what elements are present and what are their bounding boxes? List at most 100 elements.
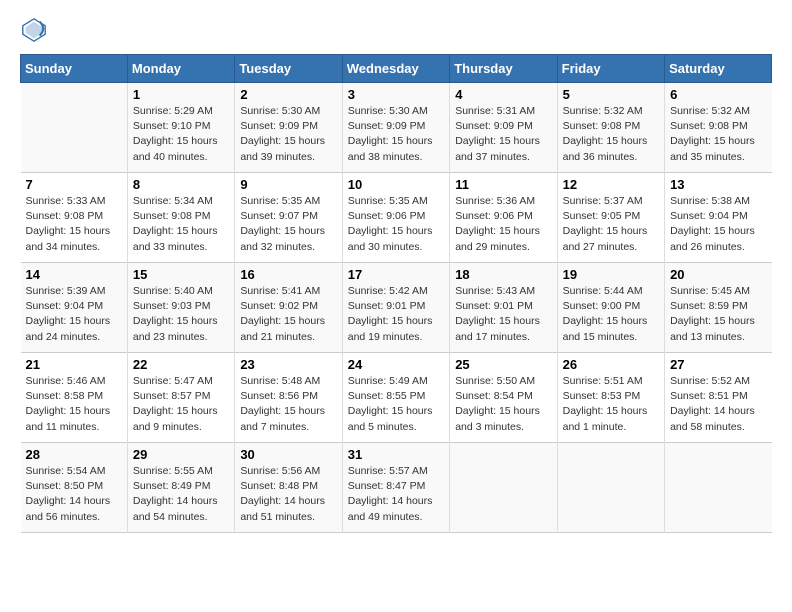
day-number: 10 <box>348 177 444 192</box>
day-number: 28 <box>26 447 122 462</box>
day-number: 2 <box>240 87 336 102</box>
day-info: Sunrise: 5:36 AMSunset: 9:06 PMDaylight:… <box>455 194 551 255</box>
day-info: Sunrise: 5:32 AMSunset: 9:08 PMDaylight:… <box>670 104 766 165</box>
weekday-header-monday: Monday <box>127 55 234 83</box>
day-info: Sunrise: 5:55 AMSunset: 8:49 PMDaylight:… <box>133 464 229 525</box>
calendar-cell: 10Sunrise: 5:35 AMSunset: 9:06 PMDayligh… <box>342 173 449 263</box>
calendar-table: SundayMondayTuesdayWednesdayThursdayFrid… <box>20 54 772 533</box>
calendar-cell: 19 Sunrise: 5:44 AMSunset: 9:00 PMDayligh… <box>557 263 664 353</box>
calendar-cell: 3 Sunrise: 5:30 AMSunset: 9:09 PMDaylight… <box>342 83 449 173</box>
calendar-cell: 8 Sunrise: 5:34 AMSunset: 9:08 PMDaylight… <box>127 173 234 263</box>
day-number: 31 <box>348 447 444 462</box>
calendar-cell: 17 Sunrise: 5:42 AMSunset: 9:01 PMDayligh… <box>342 263 449 353</box>
day-info: Sunrise: 5:40 AMSunset: 9:03 PMDaylight:… <box>133 284 229 345</box>
day-number: 21 <box>26 357 122 372</box>
calendar-cell: 27 Sunrise: 5:52 AMSunset: 8:51 PMDayligh… <box>665 353 772 443</box>
calendar-cell: 28 Sunrise: 5:54 AMSunset: 8:50 PMDayligh… <box>21 443 128 533</box>
calendar-cell: 11 Sunrise: 5:36 AMSunset: 9:06 PMDayligh… <box>450 173 557 263</box>
day-info: Sunrise: 5:44 AMSunset: 9:00 PMDaylight:… <box>563 284 659 345</box>
calendar-cell: 9 Sunrise: 5:35 AMSunset: 9:07 PMDaylight… <box>235 173 342 263</box>
day-info: Sunrise: 5:48 AMSunset: 8:56 PMDaylight:… <box>240 374 336 435</box>
calendar-cell: 21 Sunrise: 5:46 AMSunset: 8:58 PMDayligh… <box>21 353 128 443</box>
day-number: 6 <box>670 87 766 102</box>
day-number: 13 <box>670 177 766 192</box>
day-number: 17 <box>348 267 444 282</box>
day-number: 29 <box>133 447 229 462</box>
calendar-cell: 22 Sunrise: 5:47 AMSunset: 8:57 PMDayligh… <box>127 353 234 443</box>
week-row-1: 1 Sunrise: 5:29 AMSunset: 9:10 PMDaylight… <box>21 83 772 173</box>
day-number: 23 <box>240 357 336 372</box>
calendar-cell: 25Sunrise: 5:50 AMSunset: 8:54 PMDayligh… <box>450 353 557 443</box>
weekday-header-thursday: Thursday <box>450 55 557 83</box>
logo <box>20 16 52 44</box>
day-number: 22 <box>133 357 229 372</box>
calendar-cell: 6 Sunrise: 5:32 AMSunset: 9:08 PMDaylight… <box>665 83 772 173</box>
week-row-5: 28 Sunrise: 5:54 AMSunset: 8:50 PMDayligh… <box>21 443 772 533</box>
calendar-cell: 5Sunrise: 5:32 AMSunset: 9:08 PMDaylight… <box>557 83 664 173</box>
calendar-cell: 23 Sunrise: 5:48 AMSunset: 8:56 PMDayligh… <box>235 353 342 443</box>
weekday-header-sunday: Sunday <box>21 55 128 83</box>
day-info: Sunrise: 5:54 AMSunset: 8:50 PMDaylight:… <box>26 464 122 525</box>
weekday-header-tuesday: Tuesday <box>235 55 342 83</box>
calendar-cell: 13 Sunrise: 5:38 AMSunset: 9:04 PMDayligh… <box>665 173 772 263</box>
day-number: 15 <box>133 267 229 282</box>
week-row-4: 21 Sunrise: 5:46 AMSunset: 8:58 PMDayligh… <box>21 353 772 443</box>
day-number: 4 <box>455 87 551 102</box>
day-number: 1 <box>133 87 229 102</box>
calendar-cell <box>450 443 557 533</box>
day-info: Sunrise: 5:34 AMSunset: 9:08 PMDaylight:… <box>133 194 229 255</box>
day-number: 8 <box>133 177 229 192</box>
calendar-cell: 4 Sunrise: 5:31 AMSunset: 9:09 PMDaylight… <box>450 83 557 173</box>
day-number: 9 <box>240 177 336 192</box>
day-info: Sunrise: 5:31 AMSunset: 9:09 PMDaylight:… <box>455 104 551 165</box>
day-info: Sunrise: 5:45 AMSunset: 8:59 PMDaylight:… <box>670 284 766 345</box>
weekday-header-friday: Friday <box>557 55 664 83</box>
day-info: Sunrise: 5:51 AMSunset: 8:53 PMDaylight:… <box>563 374 659 435</box>
day-info: Sunrise: 5:30 AMSunset: 9:09 PMDaylight:… <box>348 104 444 165</box>
day-number: 11 <box>455 177 551 192</box>
calendar-cell: 20 Sunrise: 5:45 AMSunset: 8:59 PMDayligh… <box>665 263 772 353</box>
day-number: 19 <box>563 267 659 282</box>
day-info: Sunrise: 5:29 AMSunset: 9:10 PMDaylight:… <box>133 104 229 165</box>
day-number: 3 <box>348 87 444 102</box>
day-info: Sunrise: 5:52 AMSunset: 8:51 PMDaylight:… <box>670 374 766 435</box>
calendar-cell: 15 Sunrise: 5:40 AMSunset: 9:03 PMDayligh… <box>127 263 234 353</box>
day-info: Sunrise: 5:57 AMSunset: 8:47 PMDaylight:… <box>348 464 444 525</box>
day-info: Sunrise: 5:46 AMSunset: 8:58 PMDaylight:… <box>26 374 122 435</box>
day-info: Sunrise: 5:43 AMSunset: 9:01 PMDaylight:… <box>455 284 551 345</box>
calendar-cell: 31 Sunrise: 5:57 AMSunset: 8:47 PMDayligh… <box>342 443 449 533</box>
week-row-3: 14 Sunrise: 5:39 AMSunset: 9:04 PMDayligh… <box>21 263 772 353</box>
day-info: Sunrise: 5:42 AMSunset: 9:01 PMDaylight:… <box>348 284 444 345</box>
weekday-header-wednesday: Wednesday <box>342 55 449 83</box>
header <box>20 16 772 44</box>
calendar-cell: 1 Sunrise: 5:29 AMSunset: 9:10 PMDaylight… <box>127 83 234 173</box>
calendar-cell <box>21 83 128 173</box>
logo-icon <box>20 16 48 44</box>
calendar-cell: 7Sunrise: 5:33 AMSunset: 9:08 PMDaylight… <box>21 173 128 263</box>
day-number: 27 <box>670 357 766 372</box>
day-number: 20 <box>670 267 766 282</box>
calendar-cell: 26 Sunrise: 5:51 AMSunset: 8:53 PMDayligh… <box>557 353 664 443</box>
day-number: 16 <box>240 267 336 282</box>
day-info: Sunrise: 5:38 AMSunset: 9:04 PMDaylight:… <box>670 194 766 255</box>
calendar-cell <box>557 443 664 533</box>
day-number: 14 <box>26 267 122 282</box>
day-info: Sunrise: 5:33 AMSunset: 9:08 PMDaylight:… <box>26 194 122 255</box>
day-number: 18 <box>455 267 551 282</box>
calendar-cell: 18 Sunrise: 5:43 AMSunset: 9:01 PMDayligh… <box>450 263 557 353</box>
calendar-cell: 12 Sunrise: 5:37 AMSunset: 9:05 PMDayligh… <box>557 173 664 263</box>
day-info: Sunrise: 5:39 AMSunset: 9:04 PMDaylight:… <box>26 284 122 345</box>
day-info: Sunrise: 5:47 AMSunset: 8:57 PMDaylight:… <box>133 374 229 435</box>
day-info: Sunrise: 5:37 AMSunset: 9:05 PMDaylight:… <box>563 194 659 255</box>
day-info: Sunrise: 5:41 AMSunset: 9:02 PMDaylight:… <box>240 284 336 345</box>
calendar-cell: 24Sunrise: 5:49 AMSunset: 8:55 PMDayligh… <box>342 353 449 443</box>
day-info: Sunrise: 5:30 AMSunset: 9:09 PMDaylight:… <box>240 104 336 165</box>
day-info: Sunrise: 5:50 AMSunset: 8:54 PMDaylight:… <box>455 374 551 435</box>
day-number: 12 <box>563 177 659 192</box>
weekday-header-saturday: Saturday <box>665 55 772 83</box>
day-info: Sunrise: 5:35 AMSunset: 9:07 PMDaylight:… <box>240 194 336 255</box>
day-number: 5 <box>563 87 659 102</box>
day-number: 26 <box>563 357 659 372</box>
day-number: 30 <box>240 447 336 462</box>
calendar-cell: 2 Sunrise: 5:30 AMSunset: 9:09 PMDaylight… <box>235 83 342 173</box>
